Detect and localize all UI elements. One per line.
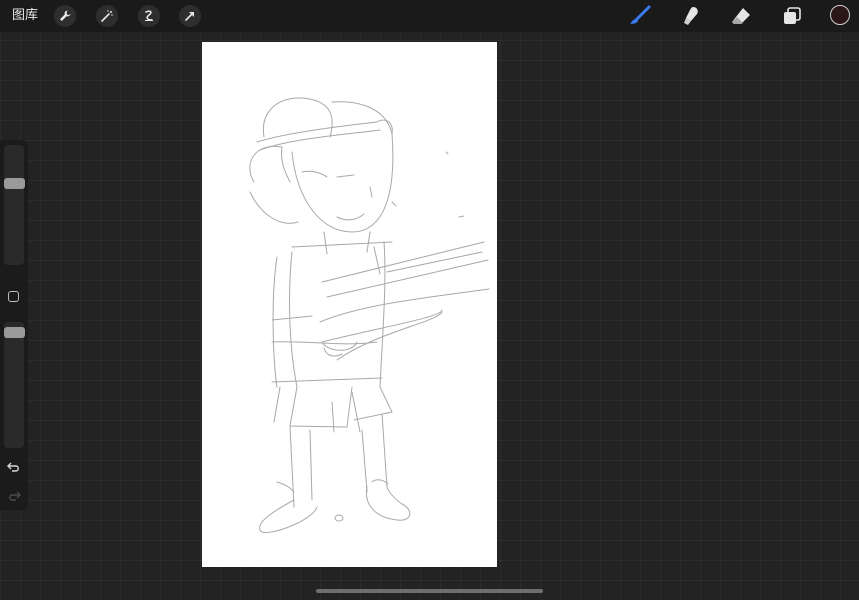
- pencil-sketch: [249, 97, 490, 533]
- drawing-canvas[interactable]: [202, 42, 497, 567]
- magic-wand-icon[interactable]: [96, 5, 118, 27]
- smudge-icon[interactable]: [678, 5, 702, 27]
- redo-icon[interactable]: [6, 489, 22, 503]
- gallery-button[interactable]: 图库: [12, 7, 38, 25]
- opacity-thumb[interactable]: [4, 327, 25, 338]
- layers-icon[interactable]: [780, 5, 804, 27]
- brush-size-slider[interactable]: [4, 145, 24, 265]
- left-sidebar: [0, 140, 28, 510]
- top-toolbar: 图库: [0, 0, 859, 32]
- home-indicator[interactable]: [316, 589, 543, 593]
- brush-size-thumb[interactable]: [4, 178, 25, 189]
- color-swatch[interactable]: [830, 5, 850, 25]
- transform-arrow-icon[interactable]: [179, 5, 201, 27]
- undo-icon[interactable]: [6, 460, 22, 474]
- eraser-icon[interactable]: [729, 5, 753, 27]
- square-modifier-icon[interactable]: [8, 291, 19, 302]
- opacity-slider[interactable]: [4, 322, 24, 448]
- selection-icon[interactable]: [138, 5, 160, 27]
- wrench-icon[interactable]: [54, 5, 76, 27]
- brush-icon[interactable]: [628, 5, 652, 27]
